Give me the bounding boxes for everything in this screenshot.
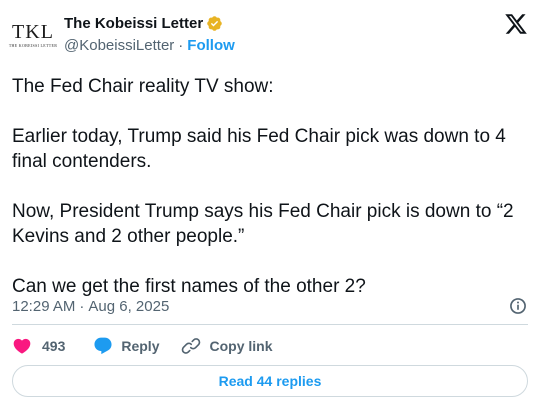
tweet-time: 12:29 AM — [12, 297, 76, 315]
tweet-meta: 12:29 AM · Aug 6, 2025 — [12, 296, 528, 316]
verified-badge-icon — [207, 15, 222, 31]
author-handle[interactable]: @KobeissiLetter — [64, 37, 174, 54]
info-icon[interactable] — [508, 296, 528, 316]
separator: · — [178, 37, 184, 54]
follow-button[interactable]: Follow — [187, 37, 235, 54]
author-display-name[interactable]: The Kobeissi Letter — [64, 15, 203, 32]
like-button[interactable]: 493 — [12, 336, 65, 356]
reply-label: Reply — [121, 338, 160, 354]
timestamp[interactable]: 12:29 AM · Aug 6, 2025 — [12, 298, 169, 315]
divider — [12, 324, 528, 325]
tweet-paragraph: The Fed Chair reality TV show: — [12, 76, 274, 97]
tweet-paragraph: Now, President Trump says his Fed Chair … — [12, 201, 514, 247]
link-icon — [182, 338, 201, 354]
copy-link-button[interactable]: Copy link — [181, 336, 273, 356]
reply-bubble-icon — [94, 337, 112, 355]
avatar-monogram: TKL — [12, 21, 54, 43]
heart-icon — [13, 338, 31, 354]
copy-link-label: Copy link — [209, 338, 273, 354]
author-name-row: The Kobeissi Letter — [64, 13, 223, 33]
tweet-card: TKL THE KOBEISSI LETTER The Kobeissi Let… — [0, 0, 542, 410]
tweet-date: Aug 6, 2025 — [88, 297, 170, 315]
x-logo-icon[interactable] — [504, 12, 528, 36]
tweet-text: The Fed Chair reality TV show: Earlier t… — [12, 74, 527, 299]
action-bar: 493 Reply Copy link — [12, 336, 273, 356]
avatar-subtitle: THE KOBEISSI LETTER — [8, 43, 58, 48]
avatar[interactable]: TKL THE KOBEISSI LETTER — [8, 14, 58, 56]
like-count: 493 — [42, 338, 66, 354]
reply-button[interactable]: Reply — [93, 336, 159, 356]
separator: · — [79, 297, 85, 315]
tweet-paragraph: Earlier today, Trump said his Fed Chair … — [12, 126, 506, 172]
read-replies-button[interactable]: Read 44 replies — [12, 365, 528, 397]
author-handle-row: @KobeissiLetter · Follow — [64, 37, 235, 54]
